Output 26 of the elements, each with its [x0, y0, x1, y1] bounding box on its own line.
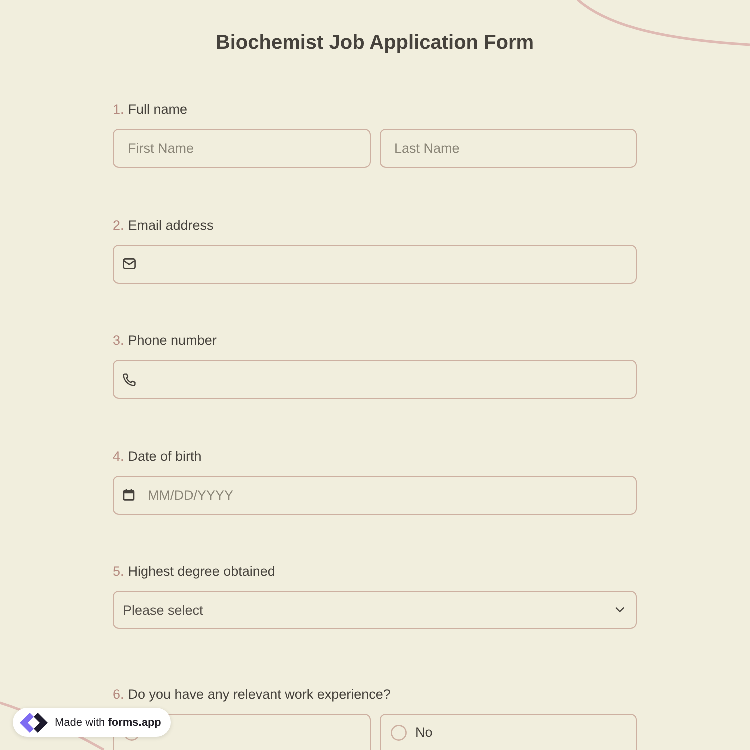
- question-label: Highest degree obtained: [128, 563, 276, 581]
- mail-icon: [123, 258, 136, 270]
- question-number: 3.: [113, 332, 124, 350]
- chevron-down-icon: [615, 607, 625, 613]
- question-label: Phone number: [128, 332, 217, 350]
- question-number: 5.: [113, 563, 124, 581]
- calendar-icon: [123, 489, 135, 501]
- email-field[interactable]: [113, 244, 637, 284]
- phone-field[interactable]: [113, 360, 637, 399]
- question-number: 2.: [113, 216, 124, 234]
- question-label: Email address: [128, 216, 214, 234]
- radio-option[interactable]: No: [380, 714, 637, 750]
- made-with-toast[interactable]: Made with forms.app: [13, 708, 172, 737]
- date-field[interactable]: MM/DD/YYYY: [113, 476, 637, 514]
- dropdown-select[interactable]: Please select: [113, 591, 637, 629]
- question-label: Do you have any relevant work experience?: [128, 686, 391, 704]
- logo-icon: [19, 710, 49, 734]
- text-field[interactable]: First Name: [113, 129, 370, 168]
- question-label: Date of birth: [128, 448, 202, 466]
- question-label: Full name: [128, 101, 188, 119]
- phone-icon: [123, 373, 136, 386]
- form-title: Biochemist Job Application Form: [216, 31, 534, 55]
- question-number: 1.: [113, 101, 124, 119]
- question-number: 6.: [113, 686, 124, 704]
- question-number: 4.: [113, 448, 124, 466]
- text-field[interactable]: Last Name: [380, 129, 637, 168]
